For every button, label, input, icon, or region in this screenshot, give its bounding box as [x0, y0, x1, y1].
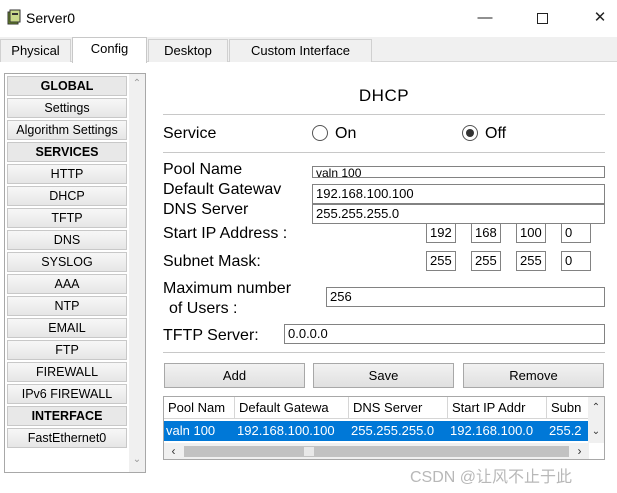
dhcp-pool-table: Pool Nam Default Gatewa DNS Server Start…: [163, 396, 605, 460]
table-horizontal-scrollbar[interactable]: ‹ ›: [164, 443, 589, 459]
dns-server-field[interactable]: 255.255.255.0: [312, 204, 605, 224]
sidebar-list: GLOBAL Settings Algorithm Settings SERVI…: [7, 76, 127, 450]
divider: [163, 152, 605, 153]
config-sidebar: GLOBAL Settings Algorithm Settings SERVI…: [4, 73, 146, 473]
cell-dns-server: 255.255.255.0: [351, 423, 435, 438]
table-vertical-scrollbar[interactable]: ⌃ ⌄: [588, 397, 604, 443]
close-button[interactable]: ✕: [580, 4, 617, 32]
cell-default-gateway: 192.168.100.100: [237, 423, 335, 438]
panel-heading: DHCP: [358, 86, 410, 105]
sidebar-item-dhcp[interactable]: DHCP: [7, 186, 127, 206]
chevron-right-icon[interactable]: ›: [571, 443, 588, 459]
subnet-octet-3[interactable]: 255: [516, 251, 546, 271]
dns-server-label: DNS Server: [163, 201, 249, 218]
sidebar-section-services: SERVICES: [7, 142, 127, 162]
chevron-down-icon[interactable]: ⌄: [129, 452, 145, 468]
start-ip-octet-1[interactable]: 192: [426, 223, 456, 243]
tab-custom-interface[interactable]: Custom Interface: [229, 39, 372, 62]
sidebar-section-interface: INTERFACE: [7, 406, 127, 426]
remove-button[interactable]: Remove: [463, 363, 604, 388]
divider: [163, 114, 605, 115]
service-label: Service: [163, 125, 217, 142]
column-header-dns-server[interactable]: DNS Server: [349, 397, 448, 419]
scroll-thumb[interactable]: [184, 446, 569, 457]
service-off-label: Off: [485, 125, 507, 142]
service-on-label: On: [335, 125, 357, 142]
subnet-octet-1[interactable]: 255: [426, 251, 456, 271]
title-bar: Server0 — ✕: [0, 0, 617, 36]
start-ip-octet-2[interactable]: 168: [471, 223, 501, 243]
service-on-radio[interactable]: [312, 125, 328, 141]
start-ip-octet-3[interactable]: 100: [516, 223, 546, 243]
sidebar-item-ipv6-firewall[interactable]: IPv6 FIREWALL: [7, 384, 127, 404]
tab-physical[interactable]: Physical: [0, 39, 71, 62]
sidebar-item-email[interactable]: EMAIL: [7, 318, 127, 338]
cell-pool-name: valn 100: [166, 423, 216, 438]
minimize-button[interactable]: —: [465, 4, 505, 32]
tab-config[interactable]: Config: [72, 37, 147, 63]
scroll-grip: [304, 447, 314, 456]
column-header-start-ip[interactable]: Start IP Addr: [448, 397, 547, 419]
cell-subnet: 255.2: [549, 423, 582, 438]
column-header-subnet[interactable]: Subn: [547, 397, 589, 419]
tftp-server-field[interactable]: 0.0.0.0: [284, 324, 605, 344]
sidebar-item-aaa[interactable]: AAA: [7, 274, 127, 294]
tftp-server-label: TFTP Server:: [163, 327, 259, 344]
sidebar-section-global: GLOBAL: [7, 76, 127, 96]
subnet-octet-2[interactable]: 255: [471, 251, 501, 271]
chevron-up-icon[interactable]: ⌃: [588, 400, 604, 416]
sidebar-item-algorithm-settings[interactable]: Algorithm Settings: [7, 120, 127, 140]
divider: [163, 352, 605, 353]
maximize-icon: [536, 12, 548, 24]
start-ip-label: Start IP Address :: [163, 225, 288, 242]
add-button[interactable]: Add: [164, 363, 305, 388]
pool-name-field[interactable]: valn 100: [312, 166, 605, 178]
sidebar-item-syslog[interactable]: SYSLOG: [7, 252, 127, 272]
start-ip-octet-4[interactable]: 0: [561, 223, 591, 243]
save-button[interactable]: Save: [313, 363, 454, 388]
column-header-pool-name[interactable]: Pool Nam: [164, 397, 235, 419]
max-users-label-line2: of Users :: [169, 300, 238, 317]
chevron-down-icon[interactable]: ⌄: [588, 424, 604, 440]
sidebar-scrollbar[interactable]: ⌃ ⌄: [129, 74, 145, 472]
table-row[interactable]: valn 100 192.168.100.100 255.255.255.0 1…: [164, 421, 589, 441]
chevron-left-icon[interactable]: ‹: [165, 443, 182, 459]
window-title: Server0: [26, 10, 76, 26]
gateway-label: Default Gatewav: [163, 181, 282, 198]
sidebar-item-ntp[interactable]: NTP: [7, 296, 127, 316]
watermark: CSDN @让风不止于此: [410, 469, 573, 486]
sidebar-item-fastethernet0[interactable]: FastEthernet0: [7, 428, 127, 448]
max-users-label-line1: Maximum number: [163, 280, 292, 297]
pool-name-label: Pool Name: [163, 161, 243, 178]
max-users-field[interactable]: 256: [326, 287, 605, 307]
tab-desktop[interactable]: Desktop: [148, 39, 228, 62]
sidebar-item-settings[interactable]: Settings: [7, 98, 127, 118]
subnet-mask-label: Subnet Mask:: [163, 253, 261, 270]
maximize-button[interactable]: [522, 4, 562, 32]
chevron-up-icon[interactable]: ⌃: [129, 76, 145, 92]
sidebar-item-firewall[interactable]: FIREWALL: [7, 362, 127, 382]
service-off-radio[interactable]: [462, 125, 478, 141]
sidebar-item-http[interactable]: HTTP: [7, 164, 127, 184]
cell-start-ip: 192.168.100.0: [450, 423, 534, 438]
sidebar-item-dns[interactable]: DNS: [7, 230, 127, 250]
server-icon: [7, 9, 21, 25]
table-header: Pool Nam Default Gatewa DNS Server Start…: [164, 397, 589, 419]
subnet-octet-4[interactable]: 0: [561, 251, 591, 271]
column-header-default-gateway[interactable]: Default Gatewa: [235, 397, 349, 419]
sidebar-item-tftp[interactable]: TFTP: [7, 208, 127, 228]
sidebar-item-ftp[interactable]: FTP: [7, 340, 127, 360]
tab-bar: Physical Config Desktop Custom Interface: [0, 37, 617, 63]
gateway-field[interactable]: 192.168.100.100: [312, 184, 605, 204]
